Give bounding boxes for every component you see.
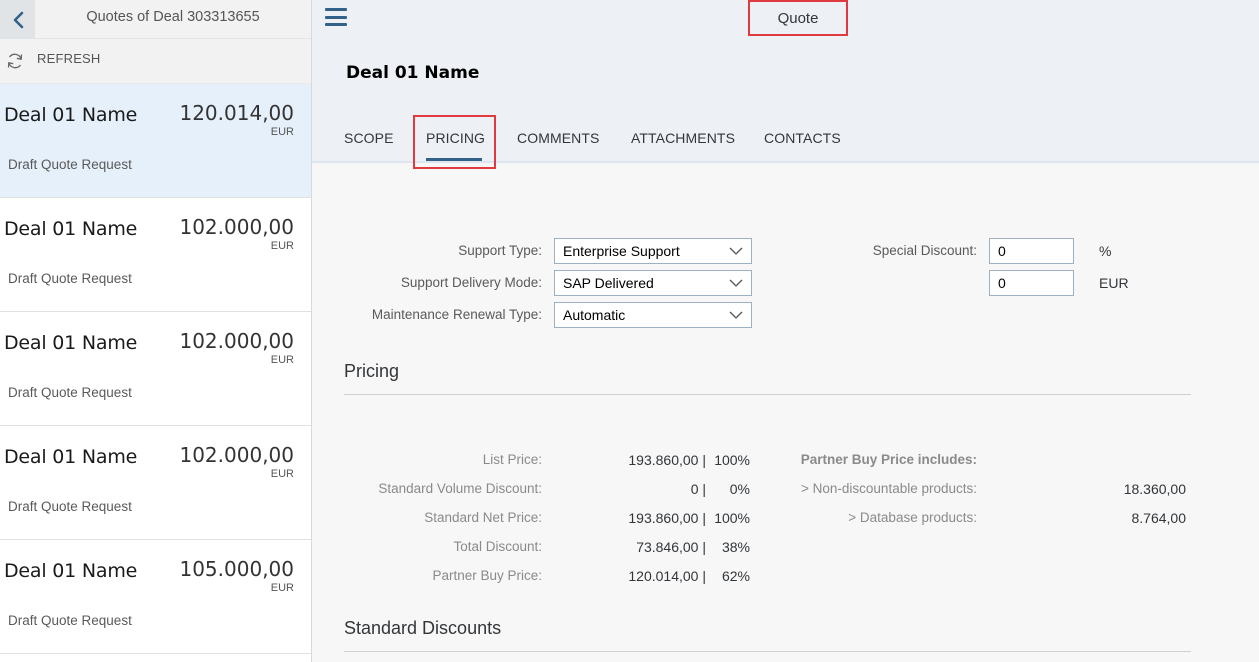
includes-title: Partner Buy Price includes: [800,452,977,467]
support-type-value: Enterprise Support [563,243,680,259]
special-discount-label: Special Discount: [872,243,977,258]
list-item-title: Deal 01 Name [4,218,138,240]
renewal-type-value: Automatic [563,307,626,323]
list-item-title: Deal 01 Name [4,446,138,468]
list-item[interactable]: Deal 01 Name 102.000,00 EUR Draft Quote … [0,312,311,426]
tab-contacts[interactable]: CONTACTS [764,130,841,146]
delivery-mode-label: Support Delivery Mode: [400,275,542,290]
chevron-down-icon [729,279,743,287]
list-price-value: 193.860,00 | [628,452,706,468]
list-item-currency: EUR [270,354,294,366]
non-discountable-label: > Non-discountable products: [801,481,977,496]
detail-panel: Quote Deal 01 Name SCOPE PRICING COMMENT… [312,0,1259,662]
list-item-title: Deal 01 Name [4,560,138,582]
list-item-status: Draft Quote Request [8,613,132,628]
total-discount-percent: 38% [721,539,750,555]
refresh-icon [7,53,23,69]
hamburger-menu-icon[interactable] [325,8,347,26]
tab-comments[interactable]: COMMENTS [517,130,599,146]
list-item-amount: 120.014,00 [179,101,294,125]
tab-scope[interactable]: SCOPE [344,130,394,146]
chevron-left-icon [13,11,23,28]
list-item-amount: 102.000,00 [179,329,294,353]
special-discount-amount-input[interactable]: 0 [989,270,1074,296]
master-header: Quotes of Deal 303313655 [0,0,311,39]
percent-unit: % [1099,243,1112,259]
list-item[interactable]: Deal 01 Name 120.014,00 EUR Draft Quote … [0,84,311,198]
volume-discount-label: Standard Volume Discount: [378,481,542,496]
chevron-down-icon [729,311,743,319]
list-item-amount: 105.000,00 [179,557,294,581]
list-item[interactable]: Deal 01 Name 102.000,00 EUR Draft Quote … [0,426,311,540]
delivery-mode-select[interactable]: SAP Delivered [554,270,752,296]
net-price-label: Standard Net Price: [424,510,542,525]
database-products-value: 8.764,00 [1131,510,1187,526]
list-item[interactable]: Deal 01 Name 102.000,00 EUR Draft Quote … [0,198,311,312]
section-divider [344,651,1191,652]
list-item-currency: EUR [270,468,294,480]
delivery-mode-value: SAP Delivered [563,275,654,291]
list-item[interactable]: Deal 01 Name 105.000,00 EUR Draft Quote … [0,540,311,654]
partner-buy-price-value: 120.014,00 | [628,568,706,584]
list-item-status: Draft Quote Request [8,157,132,172]
net-price-percent: 100% [714,510,750,526]
support-type-select[interactable]: Enterprise Support [554,238,752,264]
back-button[interactable] [0,0,35,39]
list-item-title: Deal 01 Name [4,104,138,126]
object-header: Quote Deal 01 Name SCOPE PRICING COMMENT… [312,0,1259,169]
list-item-currency: EUR [270,240,294,252]
list-item-status: Draft Quote Request [8,385,132,400]
database-products-label: > Database products: [848,510,977,525]
standard-discounts-title: Standard Discounts [344,618,502,638]
chevron-down-icon [729,247,743,255]
list-item-title: Deal 01 Name [4,332,138,354]
partner-buy-price-label: Partner Buy Price: [432,568,542,583]
list-item-currency: EUR [270,126,294,138]
tab-attachments[interactable]: ATTACHMENTS [631,130,735,146]
total-discount-value: 73.846,00 | [636,539,706,555]
special-discount-percent-input[interactable]: 0 [989,238,1074,264]
total-discount-label: Total Discount: [453,539,542,554]
list-item-amount: 102.000,00 [179,443,294,467]
net-price-value: 193.860,00 | [628,510,706,526]
list-item-amount: 102.000,00 [179,215,294,239]
list-item-status: Draft Quote Request [8,271,132,286]
master-title: Quotes of Deal 303313655 [86,9,260,25]
object-title: Deal 01 Name [346,63,480,83]
pricing-section-title: Pricing [344,361,400,381]
partner-buy-price-percent: 62% [721,568,750,584]
list-price-percent: 100% [714,452,750,468]
section-divider [344,394,1191,395]
refresh-button[interactable]: REFRESH [0,39,311,84]
renewal-type-label: Maintenance Renewal Type: [371,307,542,322]
volume-discount-percent: 0% [729,481,750,497]
master-list-panel: Quotes of Deal 303313655 REFRESH Deal 01… [0,0,312,662]
currency-unit: EUR [1099,275,1129,291]
support-type-label: Support Type: [458,243,542,258]
refresh-label: REFRESH [37,51,101,66]
list-item-status: Draft Quote Request [8,499,132,514]
tab-highlight-box [413,115,496,169]
renewal-type-select[interactable]: Automatic [554,302,752,328]
list-price-label: List Price: [482,452,542,467]
list-item-currency: EUR [270,582,294,594]
non-discountable-value: 18.360,00 [1123,481,1186,497]
page-title: Quote [748,0,848,36]
